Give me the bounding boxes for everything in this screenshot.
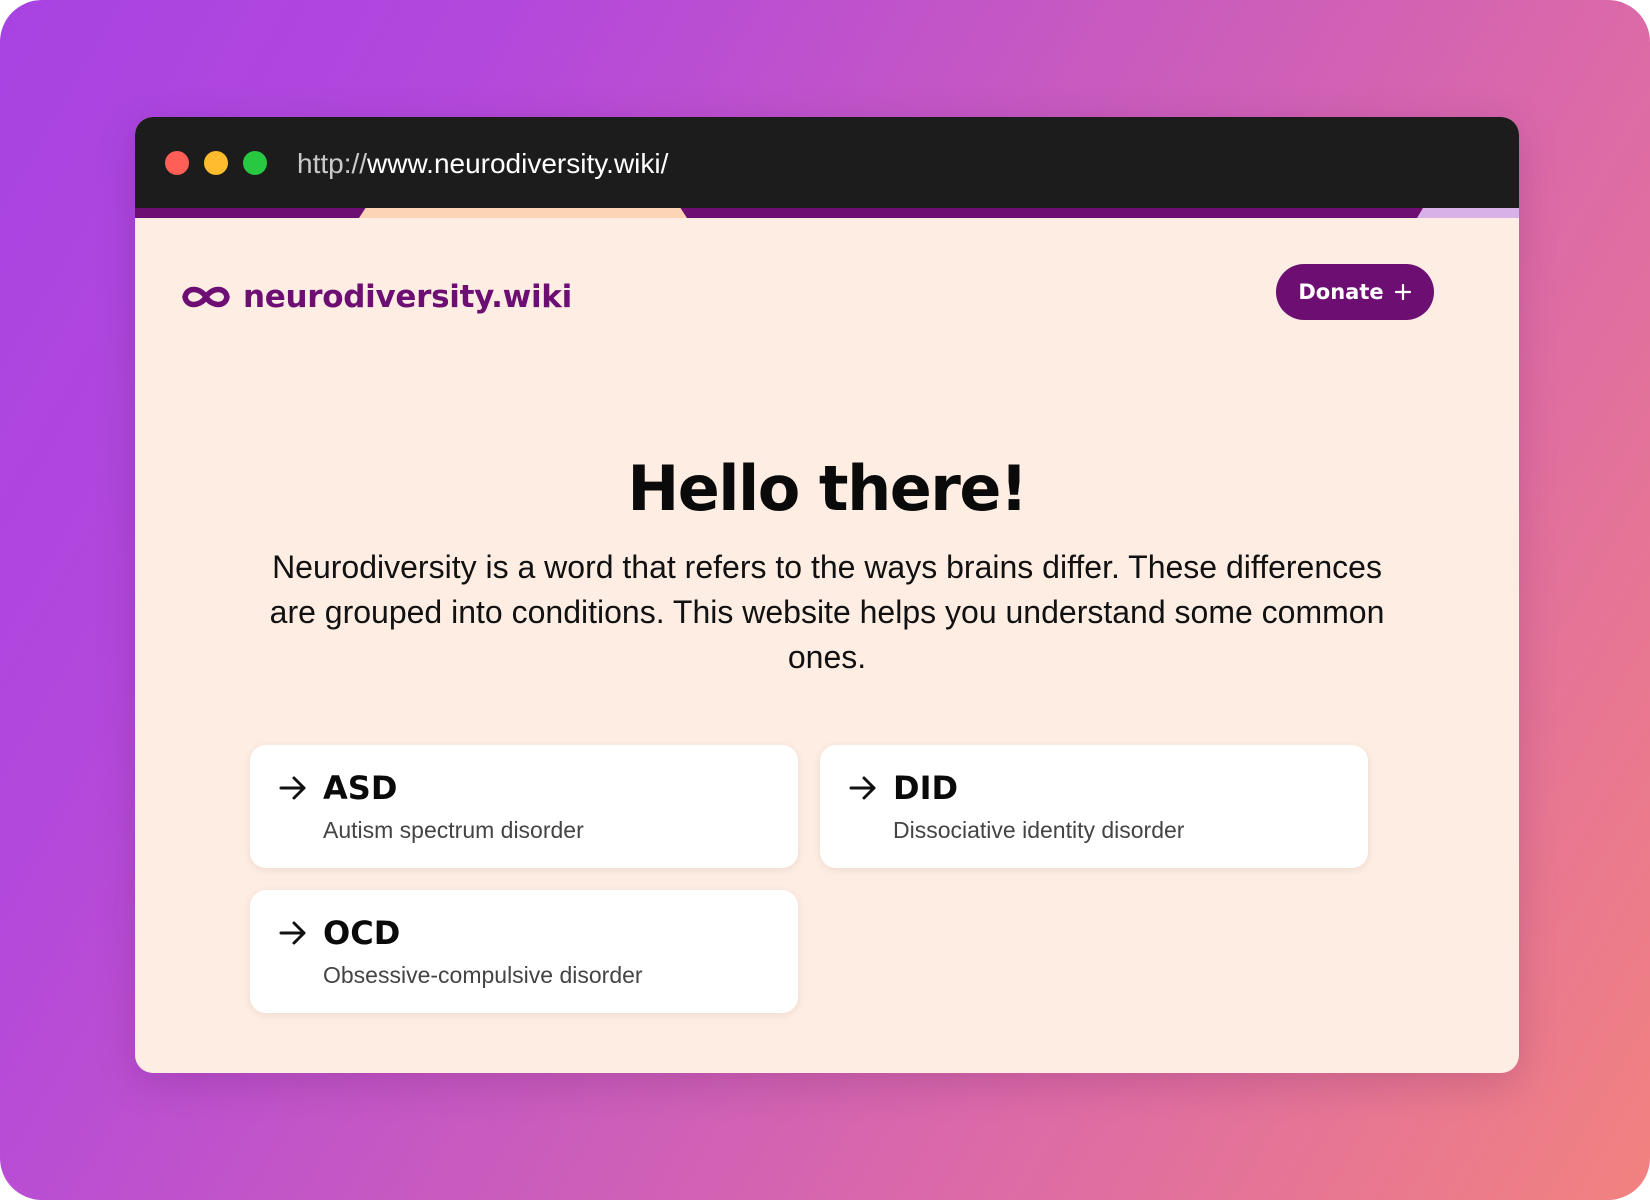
donate-label: Donate — [1298, 280, 1384, 304]
browser-window: http://www.neurodiversity.wiki/ neurodiv… — [135, 117, 1519, 1073]
infinity-icon — [182, 286, 230, 308]
condition-abbreviation: DID — [893, 769, 959, 807]
condition-name: Obsessive-compulsive disorder — [323, 962, 643, 988]
intro-paragraph: Neurodiversity is a word that refers to … — [269, 549, 1385, 675]
maximize-window-button[interactable] — [243, 151, 267, 175]
decorative-tab-shape — [1417, 208, 1519, 218]
url-scheme: http:// — [297, 148, 368, 179]
condition-name: Autism spectrum disorder — [323, 817, 584, 843]
condition-card-did[interactable]: DID Dissociative identity disorder — [820, 745, 1368, 868]
gradient-backdrop: http://www.neurodiversity.wiki/ neurodiv… — [0, 0, 1650, 1200]
arrow-right-icon — [279, 921, 306, 945]
page-top-strip — [135, 208, 1519, 218]
condition-card-asd[interactable]: ASD Autism spectrum disorder — [250, 745, 798, 868]
minimize-window-button[interactable] — [204, 151, 228, 175]
site-logo[interactable]: neurodiversity.wiki — [181, 275, 572, 319]
url-host: www.neurodiversity.wiki/ — [367, 148, 669, 179]
close-window-button[interactable] — [165, 151, 189, 175]
plus-icon — [1394, 283, 1411, 301]
site-name: neurodiversity.wiki — [243, 279, 572, 315]
arrow-right-icon — [279, 776, 306, 800]
arrow-right-icon — [849, 776, 876, 800]
condition-abbreviation: OCD — [323, 914, 401, 952]
page-title: Hello there! — [627, 452, 1028, 525]
condition-name: Dissociative identity disorder — [893, 817, 1185, 843]
decorative-tab-shape — [359, 208, 687, 218]
browser-titlebar: http://www.neurodiversity.wiki/ — [135, 117, 1519, 208]
address-bar[interactable]: http://www.neurodiversity.wiki/ — [297, 146, 668, 182]
donate-button[interactable]: Donate — [1276, 264, 1434, 320]
condition-card-ocd[interactable]: OCD Obsessive-compulsive disorder — [250, 890, 798, 1013]
condition-abbreviation: ASD — [323, 769, 398, 807]
